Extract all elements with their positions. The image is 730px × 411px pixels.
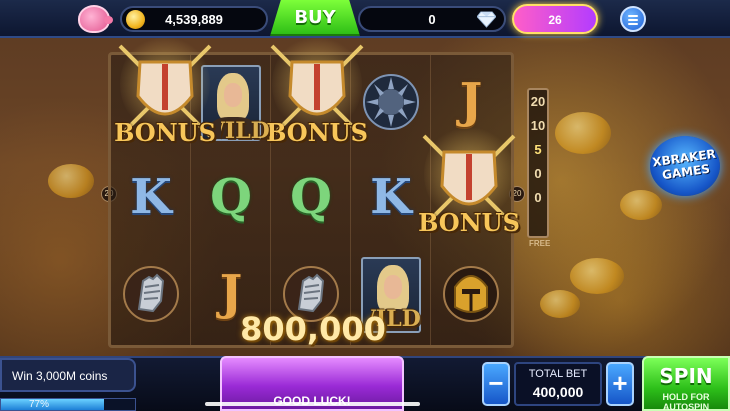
reel-cell [111, 247, 191, 343]
free-spins-label: FREE [529, 239, 551, 248]
buy-label: BUY [294, 7, 336, 28]
background-coin [555, 112, 611, 154]
ladder-value: 5 [534, 142, 542, 157]
ladder-value: 10 [530, 118, 546, 133]
gem-balance-value: 0 [428, 12, 436, 27]
quest-progress-percent: 77% [29, 399, 50, 410]
piggy-bank-icon[interactable] [78, 5, 113, 33]
brand-logo-text: XBRAKER GAMES [651, 146, 717, 183]
quest-progress-fill [1, 399, 105, 410]
bonus-label: BONUS [114, 118, 216, 147]
gem-balance: 0 [358, 6, 506, 32]
level-badge[interactable]: 26 [512, 4, 598, 34]
coin-balance-value: 4,539,889 [165, 12, 223, 27]
symbol-j: J [459, 73, 483, 129]
reel-cell: K [111, 151, 191, 247]
gauntlet-icon [123, 266, 179, 322]
level-badge-value: 26 [548, 13, 562, 27]
quest-text: Win 3,000M coins [12, 369, 108, 383]
coin-balance: 4,539,889 [120, 6, 268, 32]
symbol-q: Q [290, 169, 332, 225]
total-bet-value: 400,000 [532, 384, 584, 400]
ladder-value: 20 [530, 94, 546, 109]
ladder-value: 0 [534, 166, 542, 181]
bonus-label: BONUS [266, 118, 368, 147]
decrease-bet-button[interactable]: − [482, 362, 510, 406]
buy-button[interactable]: BUY [270, 0, 360, 36]
golden-helmet-icon [443, 266, 499, 322]
background-coin [620, 190, 662, 220]
diamond-icon [477, 11, 496, 28]
coin-icon [126, 10, 145, 29]
reel-cell [431, 247, 511, 343]
bonus-symbol: BONUS [110, 34, 220, 160]
spin-label: SPIN [659, 364, 713, 388]
game-stage: 4,539,889 BUY 0 26 20 20 [0, 0, 730, 411]
free-spins-ladder: 20 10 5 0 0 FREE [527, 88, 550, 248]
top-bar: 4,539,889 BUY 0 26 [0, 0, 730, 38]
bonus-symbol: BONUS [262, 34, 372, 160]
ladder-value: 0 [534, 190, 542, 205]
reel-cell: Q [191, 151, 271, 247]
reel-cell: Q [271, 151, 351, 247]
symbol-q: Q [210, 169, 252, 225]
background-coin [540, 290, 580, 318]
total-bet-label: TOTAL BET [528, 368, 588, 380]
brand-logo: XBRAKER GAMES [650, 136, 720, 196]
menu-button[interactable] [620, 6, 646, 32]
win-amount: 800,000 [240, 310, 386, 348]
increase-bet-button[interactable]: + [606, 362, 634, 406]
bonus-symbol: BONUS [414, 124, 524, 250]
home-indicator[interactable] [205, 402, 420, 406]
autospin-hint: HOLD FOR AUTOSPIN [662, 392, 710, 411]
symbol-k: K [130, 169, 172, 225]
background-coin [570, 258, 624, 294]
background-coin [48, 164, 94, 198]
bonus-label: BONUS [418, 208, 520, 237]
menu-icon [628, 15, 638, 17]
quest-panel[interactable]: Win 3,000M coins [0, 358, 136, 392]
spin-button[interactable]: SPIN HOLD FOR AUTOSPIN [642, 356, 730, 411]
quest-progress-bar: 77% [0, 398, 136, 411]
total-bet-display: TOTAL BET 400,000 [514, 362, 602, 406]
